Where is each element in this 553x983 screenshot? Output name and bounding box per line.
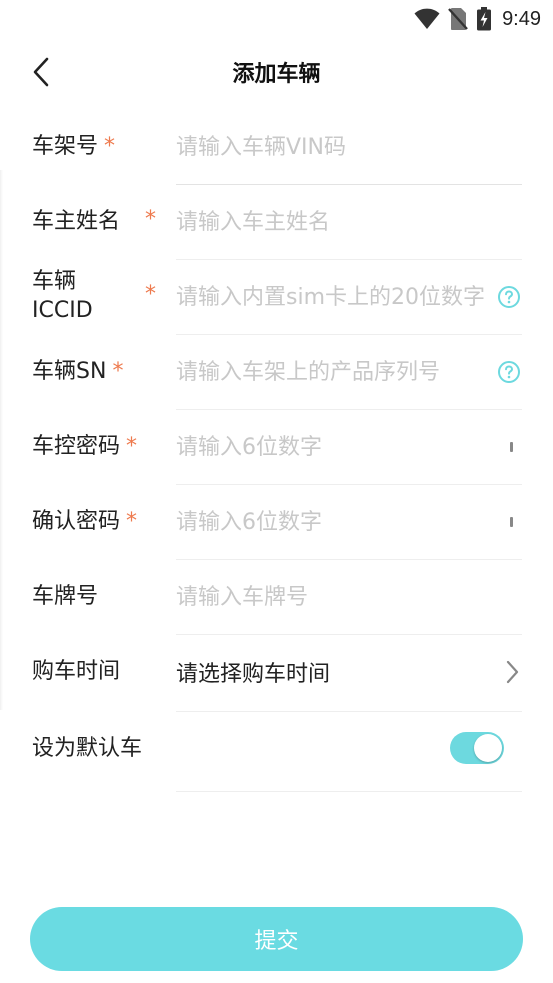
default-car-toggle[interactable] bbox=[450, 732, 504, 764]
sn-row: 车辆SN * bbox=[0, 335, 553, 410]
confirm-password-field-wrap bbox=[176, 485, 497, 559]
eye-closed-icon[interactable] bbox=[509, 441, 513, 453]
plate-row: 车牌号 bbox=[0, 560, 553, 635]
eye-closed-icon[interactable] bbox=[509, 516, 513, 528]
submit-button[interactable]: 提交 bbox=[30, 907, 523, 971]
purchase-time-select[interactable]: 请选择购车时间 bbox=[176, 635, 497, 709]
owner-row: 车主姓名 * bbox=[0, 185, 553, 260]
chevron-right-icon bbox=[506, 660, 519, 684]
status-time: 9:49 bbox=[502, 7, 541, 30]
purchase-time-value: 请选择购车时间 bbox=[176, 662, 331, 687]
iccid-field-wrap bbox=[176, 260, 497, 334]
default-car-label: 设为默认车 bbox=[32, 735, 143, 761]
confirm-password-label: 确认密码 * bbox=[32, 485, 157, 559]
question-circle-icon[interactable] bbox=[497, 285, 521, 309]
control-password-row: 车控密码 * bbox=[0, 410, 553, 485]
confirm-password-input[interactable] bbox=[176, 509, 497, 535]
toggle-knob bbox=[474, 734, 502, 762]
required-mark: * bbox=[145, 282, 156, 307]
wifi-icon bbox=[414, 8, 440, 29]
owner-name-input[interactable] bbox=[176, 209, 497, 235]
add-vehicle-form: 车架号* 车主姓名 * 车辆ICCID * bbox=[0, 110, 553, 792]
plate-field-wrap bbox=[176, 560, 497, 634]
default-car-row: 设为默认车 bbox=[0, 712, 553, 792]
vin-input[interactable] bbox=[176, 134, 497, 160]
control-password-field-wrap bbox=[176, 410, 497, 484]
page-title: 添加车辆 bbox=[232, 62, 321, 87]
sn-input[interactable] bbox=[176, 359, 497, 385]
divider bbox=[176, 791, 522, 792]
purchase-time-label: 购车时间 bbox=[32, 658, 121, 684]
plate-label: 车牌号 bbox=[32, 583, 99, 609]
question-circle-icon[interactable] bbox=[497, 360, 521, 384]
status-bar: 9:49 bbox=[0, 0, 553, 38]
plate-number-input[interactable] bbox=[176, 584, 497, 610]
vin-field-wrap bbox=[176, 110, 497, 184]
required-mark: * bbox=[112, 358, 124, 384]
owner-label: 车主姓名 bbox=[32, 208, 121, 234]
required-mark: * bbox=[104, 133, 116, 159]
iccid-row: 车辆 ICCID * bbox=[0, 260, 553, 335]
header: 添加车辆 bbox=[0, 44, 553, 100]
iccid-label: 车辆 ICCID bbox=[32, 269, 93, 323]
iccid-input[interactable] bbox=[176, 284, 497, 310]
owner-field-wrap bbox=[176, 185, 497, 259]
sn-field-wrap bbox=[176, 335, 497, 409]
battery-charging-icon bbox=[477, 7, 492, 31]
vin-row: 车架号 * bbox=[0, 110, 553, 185]
control-password-label: 车控密码 * bbox=[32, 410, 157, 484]
required-mark: * bbox=[126, 508, 138, 534]
sn-label: 车辆SN * bbox=[32, 335, 157, 409]
status-icons: 9:49 bbox=[414, 6, 541, 32]
required-mark: * bbox=[145, 207, 156, 232]
control-password-input[interactable] bbox=[176, 434, 497, 460]
no-sim-icon bbox=[448, 8, 468, 30]
confirm-password-row: 确认密码 * bbox=[0, 485, 553, 560]
vin-label: 车架号 * bbox=[32, 110, 157, 184]
purchase-time-row[interactable]: 购车时间 请选择购车时间 bbox=[0, 635, 553, 712]
required-mark: * bbox=[126, 433, 138, 459]
